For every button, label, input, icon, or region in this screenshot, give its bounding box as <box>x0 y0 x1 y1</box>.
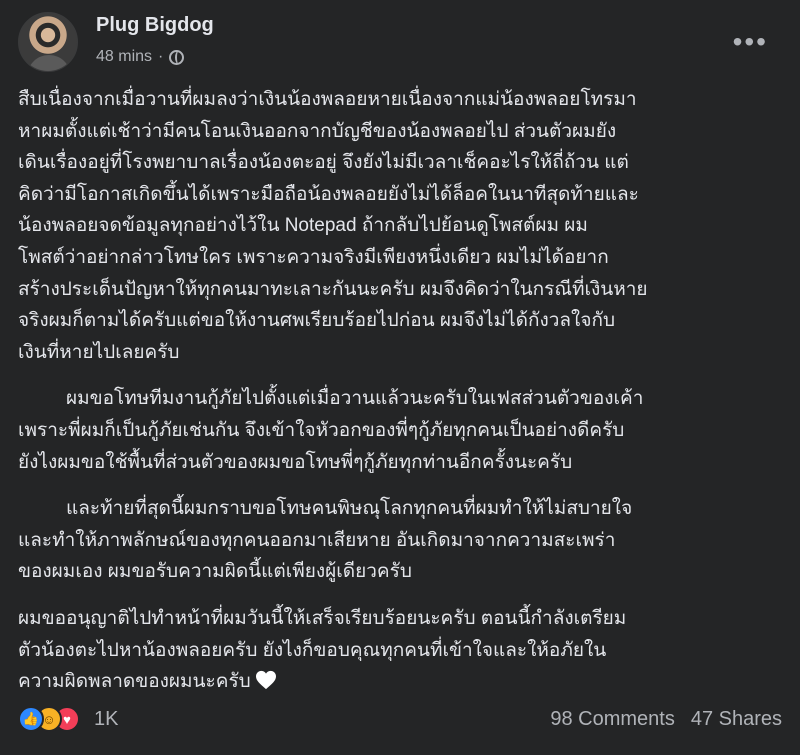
text-line: ตัวน้องตะไปหาน้องพลอยครับ ยังไงก็ขอบคุณท… <box>18 639 607 661</box>
text-line: น้องพลอยจดข้อมูลทุกอย่างไว้ใน Notepad ถ้… <box>18 215 588 237</box>
paragraph-4: ผมขออนุญาติไปทำหน้าที่ผมวันนี้ให้เสร็จเร… <box>18 603 788 698</box>
reaction-icons: 👍 ☺ ♥ <box>18 706 80 732</box>
paragraph-2: ผมขอโทษทีมงานกู้ภัยไปตั้งแต่เมื่อวานแล้ว… <box>18 383 788 478</box>
text-line: ความผิดพลาดของผมนะครับ <box>18 666 788 698</box>
post-footer: 👍 ☺ ♥ 1K 98 Comments 47 Shares <box>18 702 782 736</box>
text-line: คิดว่ามีโอกาสเกิดขึ้นได้เพราะมือถือน้องพ… <box>18 183 639 205</box>
author-avatar[interactable] <box>18 12 78 72</box>
comments-count[interactable]: 98 Comments <box>550 708 675 731</box>
text-line: ผมขอโทษทีมงานกู้ภัยไปตั้งแต่เมื่อวานแล้ว… <box>66 388 644 410</box>
text-line: โพสต์ว่าอย่ากล่าวโทษใคร เพราะความจริงมีเ… <box>18 246 609 268</box>
text-line: ของผมเอง ผมขอรับความผิดนี้แต่เพียงผู้เดี… <box>18 561 412 583</box>
text-line: จริงผมก็ตามได้ครับแต่ขอให้งานศพเรียบร้อย… <box>18 310 616 332</box>
reactions-summary[interactable]: 👍 ☺ ♥ 1K <box>18 706 118 732</box>
text-line: เดินเรื่องอยู่ที่โรงพยาบาลเรื่องน้องตะอย… <box>18 152 629 174</box>
text-line: ผมขออนุญาติไปทำหน้าที่ผมวันนี้ให้เสร็จเร… <box>18 607 627 629</box>
text-line: และท้ายที่สุดนี้ผมกราบขอโทษคนพิษณุโลกทุก… <box>66 498 633 520</box>
text-line-content: ความผิดพลาดของผมนะครับ <box>18 671 251 693</box>
reaction-count[interactable]: 1K <box>94 708 118 731</box>
white-heart-icon <box>255 671 276 690</box>
like-icon: 👍 <box>18 706 44 732</box>
paragraph-3: และท้ายที่สุดนี้ผมกราบขอโทษคนพิษณุโลกทุก… <box>18 493 788 588</box>
globe-icon[interactable] <box>169 49 185 65</box>
text-line: และทำให้ภาพลักษณ์ของทุกคนออกมาเสียหาย อั… <box>18 529 616 551</box>
shares-count[interactable]: 47 Shares <box>691 708 782 731</box>
post-stats: 98 Comments 47 Shares <box>550 708 782 731</box>
post-meta: 48 mins · <box>96 48 185 66</box>
more-horizontal-icon[interactable]: ••• <box>733 28 768 56</box>
facebook-post: Plug Bigdog 48 mins · ••• สืบเนื่องจากเม… <box>0 0 800 755</box>
post-text: สืบเนื่องจากเมื่อวานที่ผมลงว่าเงินน้องพล… <box>18 84 788 713</box>
post-header: Plug Bigdog 48 mins · ••• <box>18 12 782 76</box>
text-line: หาผมตั้งแต่เช้าว่ามีคนโอนเงินออกจากบัญชี… <box>18 120 617 142</box>
text-line: สร้างประเด็นปัญหาให้ทุกคนมาทะเลาะกันนะคร… <box>18 278 648 300</box>
text-line: ยังไงผมขอใช้พื้นที่ส่วนตัวของผมขอโทษพี่ๆ… <box>18 451 573 473</box>
text-line: สืบเนื่องจากเมื่อวานที่ผมลงว่าเงินน้องพล… <box>18 89 637 110</box>
text-line: เงินที่หายไปเลยครับ <box>18 341 180 363</box>
text-line: เพราะพี่ผมก็เป็นกู้ภัยเช่นกัน จึงเข้าใจห… <box>18 419 625 441</box>
author-name[interactable]: Plug Bigdog <box>96 14 214 37</box>
meta-separator: · <box>158 48 164 65</box>
paragraph-1: สืบเนื่องจากเมื่อวานที่ผมลงว่าเงินน้องพล… <box>18 84 788 368</box>
post-time[interactable]: 48 mins <box>96 48 152 66</box>
